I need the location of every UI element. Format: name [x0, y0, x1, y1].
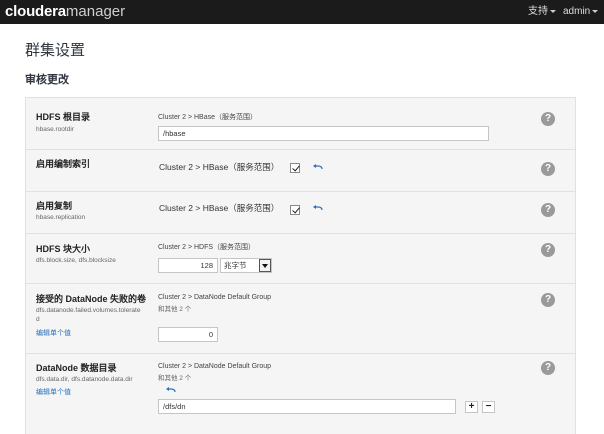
setting-scope: Cluster 2 > HBase（服务范围）: [159, 203, 280, 213]
setting-scope: Cluster 2 > HDFS（服务范围）: [158, 244, 256, 251]
page-title: 群集设置: [25, 42, 86, 59]
help-icon[interactable]: ?: [541, 162, 555, 176]
failed-volumes-input[interactable]: [158, 327, 218, 342]
setting-row-datanode-data-dir: DataNode 数据目录 dfs.data.dir, dfs.datanode…: [26, 354, 575, 434]
user-menu[interactable]: admin: [563, 5, 599, 19]
remove-value-button[interactable]: −: [482, 401, 495, 413]
block-size-unit-value: 兆字节: [224, 261, 247, 270]
and-others-toggle[interactable]: 和其他 2 个: [158, 305, 191, 314]
help-icon[interactable]: ?: [541, 293, 555, 307]
setting-label: DataNode 数据目录: [36, 363, 117, 373]
undo-icon[interactable]: [313, 164, 323, 170]
setting-label: HDFS 块大小: [36, 244, 91, 254]
brand-main: cloudera: [5, 3, 66, 20]
help-icon[interactable]: ?: [541, 361, 555, 375]
datanode-data-dir-input[interactable]: [158, 399, 456, 414]
setting-key: dfs.datanode.failed.volumes.tolerate: [36, 307, 141, 314]
setting-key: hbase.rootdir: [36, 126, 74, 133]
setting-row-enable-replication: 启用复制 hbase.replication Cluster 2 > HBase…: [26, 192, 575, 234]
top-navbar: clouderamanager 支持 admin: [0, 0, 604, 24]
setting-key: hbase.replication: [36, 214, 86, 221]
and-others-toggle[interactable]: 和其他 2 个: [158, 374, 191, 383]
add-value-button[interactable]: +: [465, 401, 478, 413]
undo-icon[interactable]: [313, 205, 323, 211]
cloudera-manager-logo[interactable]: clouderamanager: [5, 2, 125, 21]
setting-label: 接受的 DataNode 失败的卷: [36, 294, 147, 304]
setting-scope: Cluster 2 > HBase（服务范围）: [159, 162, 280, 172]
user-menu-label: admin: [563, 6, 591, 17]
setting-label: 启用编制索引: [36, 159, 91, 169]
setting-row-hdfs-block-size: HDFS 块大小 dfs.block.size, dfs.blocksize C…: [26, 234, 575, 284]
edit-individual-values-link[interactable]: 编辑单个值: [36, 329, 71, 339]
help-icon[interactable]: ?: [541, 203, 555, 217]
enable-replication-checkbox[interactable]: [290, 205, 300, 215]
chevron-down-icon: [550, 9, 556, 13]
setting-row-enable-indexing: 启用编制索引 Cluster 2 > HBase（服务范围） ?: [26, 150, 575, 192]
brand-product: manager: [65, 3, 126, 20]
setting-scope: Cluster 2 > HBase（服务范围）: [158, 114, 257, 121]
undo-icon[interactable]: [166, 387, 176, 393]
section-title: 审核更改: [25, 74, 69, 86]
chevron-down-icon: [592, 9, 599, 13]
support-menu-label: 支持: [528, 6, 548, 17]
setting-scope: Cluster 2 > DataNode Default Group: [158, 363, 272, 370]
setting-row-datanode-failed-volumes: 接受的 DataNode 失败的卷 dfs.datanode.failed.vo…: [26, 284, 575, 354]
setting-label: 启用复制: [36, 201, 73, 211]
settings-review-panel: HDFS 根目录 hbase.rootdir Cluster 2 > HBase…: [25, 97, 576, 434]
chevron-down-icon[interactable]: [259, 259, 271, 272]
help-icon[interactable]: ?: [541, 112, 555, 126]
enable-indexing-checkbox[interactable]: [290, 163, 300, 173]
help-icon[interactable]: ?: [541, 243, 555, 257]
hdfs-block-size-input[interactable]: [158, 258, 218, 273]
setting-key-continued: d: [36, 316, 40, 323]
support-menu[interactable]: 支持: [528, 5, 556, 19]
hdfs-root-dir-input[interactable]: [158, 126, 489, 141]
setting-label: HDFS 根目录: [36, 112, 91, 122]
block-size-unit-select[interactable]: 兆字节: [220, 258, 272, 273]
setting-scope: Cluster 2 > DataNode Default Group: [158, 294, 272, 301]
edit-individual-values-link[interactable]: 编辑单个值: [36, 388, 71, 398]
setting-row-hdfs-root-dir: HDFS 根目录 hbase.rootdir Cluster 2 > HBase…: [26, 98, 575, 150]
setting-key: dfs.data.dir, dfs.datanode.data.dir: [36, 376, 133, 383]
setting-key: dfs.block.size, dfs.blocksize: [36, 257, 116, 264]
